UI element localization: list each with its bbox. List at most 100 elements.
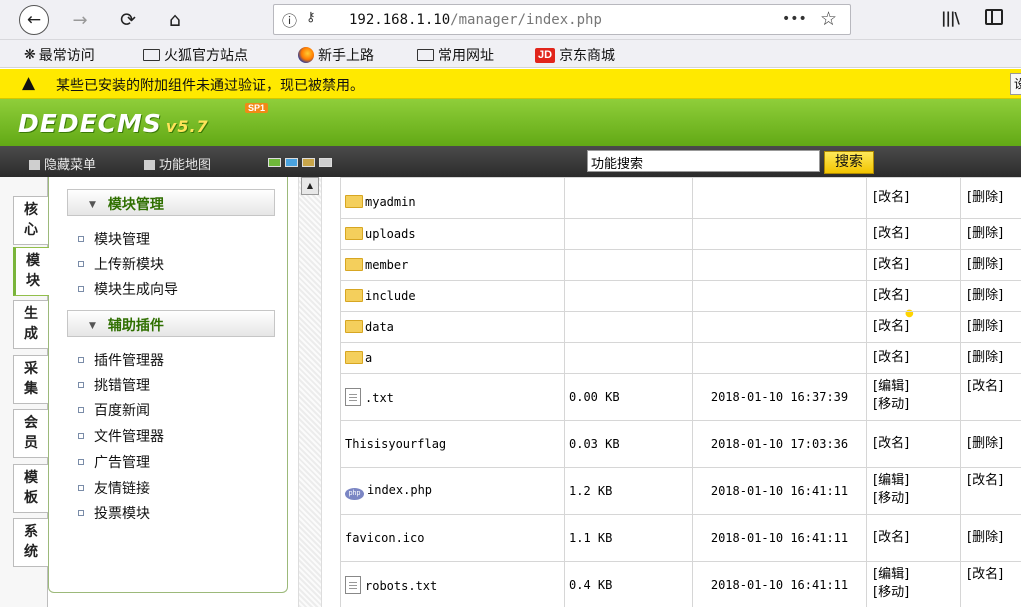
bookmark-label: 新手上路 — [318, 48, 374, 64]
file-name-link[interactable]: data — [365, 320, 394, 334]
file-name-link[interactable]: myadmin — [365, 195, 416, 209]
rename-link[interactable]: [改名] — [873, 319, 909, 334]
theme-swatch-blue[interactable] — [285, 158, 298, 167]
file-name-cell[interactable]: Thisisyourflag — [340, 420, 565, 468]
file-name-cell[interactable]: a — [340, 342, 565, 374]
url-text[interactable]: 192.168.1.10/manager/index.php — [349, 12, 602, 28]
menu-item-module-wizard[interactable]: 模块生成向导 — [78, 279, 178, 299]
feature-map-button[interactable]: 功能地图 — [144, 154, 211, 173]
file-name-cell[interactable]: myadmin — [340, 177, 565, 219]
file-name-link[interactable]: index.php — [367, 483, 432, 497]
menu-item-friend-links[interactable]: 友情链接 — [78, 478, 150, 498]
delete-link[interactable]: [删除] — [967, 350, 1003, 365]
file-name-link[interactable]: .txt — [365, 391, 394, 405]
file-name-cell[interactable]: favicon.ico — [340, 514, 565, 562]
rename-link[interactable]: [改名] — [967, 379, 1003, 394]
bookmark-firefox-site[interactable]: 火狐官方站点 — [143, 45, 248, 65]
delete-link[interactable]: [删除] — [967, 226, 1003, 241]
page-actions-icon[interactable]: ••• — [782, 11, 807, 27]
rename-link[interactable]: [改名] — [873, 190, 909, 205]
bookmark-star-icon[interactable]: ☆ — [820, 8, 837, 30]
rename-link[interactable]: [改名] — [967, 473, 1003, 488]
file-name-cell[interactable]: member — [340, 249, 565, 281]
file-name-link[interactable]: include — [365, 289, 416, 303]
folder-icon — [345, 351, 363, 364]
rename-link[interactable]: [改名] — [873, 436, 909, 451]
file-name-cell[interactable]: uploads — [340, 218, 565, 250]
theme-swatch-gray[interactable] — [319, 158, 332, 167]
bookmark-most-visited[interactable]: ❋ 最常访问 — [24, 45, 95, 65]
file-name-link[interactable]: favicon.ico — [345, 531, 424, 545]
bookmark-common-sites[interactable]: 常用网址 — [417, 45, 494, 65]
folder-icon — [345, 320, 363, 333]
move-link[interactable]: [移动] — [873, 397, 909, 412]
warning-settings-button[interactable]: 设 — [1010, 73, 1021, 95]
menu-item-module-manage[interactable]: 模块管理 — [78, 229, 150, 249]
bookmark-jd-mall[interactable]: JD 京东商城 — [535, 45, 615, 65]
menu-item-plugin-manager[interactable]: 插件管理器 — [78, 350, 164, 370]
file-name-link[interactable]: member — [365, 258, 408, 272]
sidebar-toggle-icon[interactable] — [985, 9, 1003, 25]
menu-item-upload-module[interactable]: 上传新模块 — [78, 254, 164, 274]
menu-item-ad-manage[interactable]: 广告管理 — [78, 452, 150, 472]
theme-swatch-brown[interactable] — [302, 158, 315, 167]
menu-item-vote-module[interactable]: 投票模块 — [78, 503, 150, 523]
file-name-cell[interactable]: .txt — [340, 373, 565, 421]
key-icon[interactable]: ⚷ — [306, 10, 316, 25]
info-icon[interactable]: ⓘ — [282, 10, 297, 31]
tab-templates[interactable]: 模板 — [13, 464, 49, 513]
file-name-cell[interactable]: php index.php — [340, 467, 565, 515]
file-name-link[interactable]: Thisisyourflag — [345, 437, 446, 451]
menu-item-error-report[interactable]: 挑错管理 — [78, 375, 150, 395]
tab-members[interactable]: 会员 — [13, 409, 49, 458]
address-bar[interactable]: ⓘ ⚷ 192.168.1.10/manager/index.php ••• ☆ — [273, 4, 851, 35]
menu-group-plugins[interactable]: ▼ 辅助插件 — [67, 310, 275, 337]
move-link[interactable]: [移动] — [873, 491, 909, 506]
file-size-cell — [564, 218, 693, 250]
tab-core[interactable]: 核心 — [13, 196, 49, 245]
back-arrow-icon[interactable]: ← — [19, 5, 49, 35]
theme-swatch-green[interactable] — [268, 158, 281, 167]
move-link[interactable]: [移动] — [873, 585, 909, 600]
tab-generate[interactable]: 生成 — [13, 300, 49, 349]
menu-group-title: 辅助插件 — [107, 318, 164, 334]
library-icon[interactable]: |||\ — [941, 9, 960, 27]
menu-group-modules[interactable]: ▼ 模块管理 — [67, 189, 275, 216]
delete-link[interactable]: [删除] — [967, 257, 1003, 272]
file-name-cell[interactable]: robots.txt — [340, 561, 565, 607]
edit-link[interactable]: [编辑] — [873, 379, 909, 394]
tab-collect[interactable]: 采集 — [13, 355, 49, 404]
edit-link[interactable]: [编辑] — [873, 567, 909, 582]
file-name-cell[interactable]: data — [340, 311, 565, 343]
file-actions-secondary: [改名] — [960, 467, 1021, 515]
menu-item-baidu-news[interactable]: 百度新闻 — [78, 400, 150, 420]
menu-item-file-manager[interactable]: 文件管理器 — [78, 426, 164, 446]
rename-link[interactable]: [改名] — [967, 567, 1003, 582]
delete-link[interactable]: [删除] — [967, 190, 1003, 205]
scroll-up-arrow-icon[interactable]: ▲ — [301, 177, 319, 195]
file-name-cell[interactable]: include — [340, 280, 565, 312]
forward-arrow-icon[interactable]: → — [66, 6, 94, 34]
tab-system[interactable]: 系统 — [13, 518, 49, 567]
reload-icon[interactable]: ⟳ — [114, 6, 142, 34]
file-name-link[interactable]: uploads — [365, 227, 416, 241]
rename-link[interactable]: [改名] — [873, 257, 909, 272]
rename-link[interactable]: [改名] — [873, 530, 909, 545]
menu-scrollbar[interactable] — [298, 177, 322, 607]
delete-link[interactable]: [删除] — [967, 319, 1003, 334]
bookmark-getting-started[interactable]: 新手上路 — [298, 45, 374, 65]
feature-search-input[interactable]: 功能搜索 — [587, 150, 820, 172]
rename-link[interactable]: [改名] — [873, 350, 909, 365]
delete-link[interactable]: [删除] — [967, 530, 1003, 545]
rename-link[interactable]: [改名] — [873, 288, 909, 303]
file-name-link[interactable]: robots.txt — [365, 579, 437, 593]
search-button[interactable]: 搜索 — [824, 151, 874, 174]
delete-link[interactable]: [删除] — [967, 436, 1003, 451]
delete-link[interactable]: [删除] — [967, 288, 1003, 303]
hide-menu-button[interactable]: 隐藏菜单 — [29, 154, 96, 173]
tab-modules[interactable]: 模块 — [13, 247, 49, 296]
edit-link[interactable]: [编辑] — [873, 473, 909, 488]
rename-link[interactable]: [改名] — [873, 226, 909, 241]
file-name-link[interactable]: a — [365, 351, 372, 365]
home-icon[interactable]: ⌂ — [161, 6, 189, 34]
